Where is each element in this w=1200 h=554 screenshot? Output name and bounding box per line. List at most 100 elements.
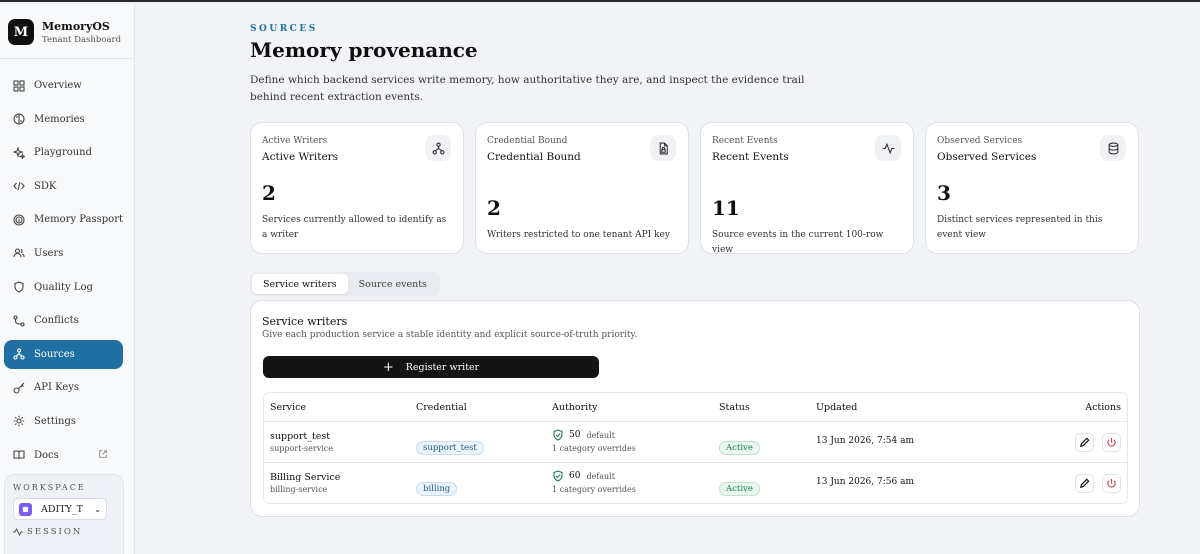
fingerprint-icon [13, 214, 25, 226]
card-label: Active Writers [262, 151, 339, 163]
column-header-status: Status [719, 402, 750, 413]
network-icon [425, 135, 451, 161]
credential-badge: billing [416, 482, 458, 496]
power-icon [1107, 478, 1116, 488]
external-link-icon [99, 449, 107, 458]
authority-overrides: 1 category overrides [552, 485, 636, 494]
route-icon [13, 315, 25, 327]
users-icon [13, 248, 25, 258]
sidebar-item-memories[interactable]: Memories [4, 105, 123, 134]
sidebar-item-overview[interactable]: Overview [4, 71, 123, 100]
key-icon [13, 382, 25, 394]
disable-button[interactable] [1102, 433, 1121, 452]
sidebar-item-label: Sources [34, 348, 75, 360]
activity-icon [13, 527, 23, 537]
authority-value: 60 [569, 471, 581, 481]
code-icon [13, 182, 25, 191]
card-value: 2 [262, 181, 276, 205]
sidebar-item-label: Settings [34, 415, 76, 427]
authority-overrides: 1 category overrides [552, 444, 636, 453]
brand[interactable]: M MemoryOS Tenant Dashboard [0, 4, 134, 59]
service-name: Billing Service [270, 472, 341, 483]
table-row: Billing Service billing-service billing … [264, 463, 1127, 504]
plus-icon: + [382, 359, 394, 375]
sidebar-item-api-keys[interactable]: API Keys [4, 373, 123, 402]
sidebar-item-users[interactable]: Users [4, 239, 123, 268]
sidebar-item-conflicts[interactable]: Conflicts [4, 306, 123, 335]
table-header: Service Credential Authority Status Upda… [264, 393, 1127, 422]
authority-label: default [586, 471, 615, 481]
sidebar-item-label: SDK [34, 180, 57, 192]
sparkles-icon [13, 146, 25, 159]
sidebar-item-sdk[interactable]: SDK [4, 172, 123, 201]
card-description: Distinct services represented in this ev… [937, 215, 1103, 240]
sidebar: M MemoryOS Tenant Dashboard Overview Mem… [0, 4, 135, 554]
service-writers-panel: Service writers Give each production ser… [250, 300, 1140, 517]
card-description: Source events in the current 100-row vie… [712, 230, 884, 255]
register-writer-button[interactable]: + Register writer [263, 356, 599, 378]
tab-source-events[interactable]: Source events [348, 274, 438, 294]
column-header-authority: Authority [552, 402, 598, 413]
sidebar-item-label: Docs [34, 449, 59, 461]
network-icon [13, 348, 25, 360]
status-badge: Active [719, 482, 760, 496]
card-small-label: Credential Bound [487, 136, 568, 146]
card-value: 11 [712, 196, 740, 220]
card-label: Recent Events [712, 151, 789, 163]
workspace-panel: WORKSPACE ADITY_T ⌄ SESSION [4, 474, 124, 554]
pencil-icon [1080, 478, 1090, 488]
page-description: Define which backend services write memo… [250, 74, 805, 103]
session-section: SESSION [13, 527, 115, 537]
edit-button[interactable] [1075, 433, 1094, 452]
column-header-credential: Credential [416, 402, 467, 413]
sidebar-item-docs[interactable]: Docs [4, 441, 123, 470]
sidebar-item-memory-passport[interactable]: Memory Passport [4, 205, 123, 234]
sidebar-item-label: Playground [34, 147, 93, 159]
stat-card-credential-bound: Credential Bound Credential Bound 2 Writ… [475, 122, 689, 254]
status-badge: Active [719, 441, 760, 455]
sidebar-item-sources[interactable]: Sources [4, 339, 123, 369]
panel-subtitle: Give each production service a stable id… [262, 330, 638, 340]
sidebar-item-settings[interactable]: Settings [4, 407, 123, 436]
column-header-actions: Actions [1085, 402, 1121, 413]
workspace-selected: ADITY_T [41, 503, 83, 515]
card-value: 2 [487, 196, 501, 220]
table-row: support_test support-service support_tes… [264, 422, 1127, 463]
service-id: support-service [270, 444, 334, 453]
grid-icon [13, 79, 25, 92]
session-label: SESSION [27, 527, 83, 537]
pencil-icon [1080, 437, 1090, 447]
workspace-select[interactable]: ADITY_T ⌄ [13, 498, 107, 520]
updated-timestamp: 13 Jun 2026, 7:56 am [816, 477, 914, 487]
database-icon [1100, 135, 1126, 161]
page-eyebrow: SOURCES [250, 24, 318, 34]
card-label: Credential Bound [487, 151, 581, 163]
brand-logo: M [8, 19, 34, 45]
card-description: Writers restricted to one tenant API key [487, 230, 670, 240]
file-lock-icon [650, 135, 676, 161]
disable-button[interactable] [1102, 474, 1121, 493]
page-title: Memory provenance [250, 38, 478, 62]
sidebar-item-label: Conflicts [34, 315, 79, 327]
card-label: Observed Services [937, 151, 1037, 163]
card-small-label: Active Writers [262, 136, 328, 146]
edit-button[interactable] [1075, 474, 1094, 493]
stat-card-observed-services: Observed Services Observed Services 3 Di… [925, 122, 1139, 254]
card-small-label: Recent Events [712, 136, 778, 146]
tab-service-writers[interactable]: Service writers [252, 274, 348, 294]
tabs: Service writers Source events [250, 272, 440, 296]
column-header-service: Service [270, 402, 307, 413]
sidebar-item-quality-log[interactable]: Quality Log [4, 273, 123, 302]
sidebar-item-label: Users [34, 247, 64, 259]
chevron-down-icon: ⌄ [94, 504, 101, 514]
workspace-label: WORKSPACE [13, 483, 86, 492]
sidebar-item-label: API Keys [34, 382, 79, 394]
card-value: 3 [937, 181, 951, 205]
gear-icon [13, 416, 25, 427]
sidebar-item-label: Memory Passport [34, 214, 123, 226]
activity-icon [875, 135, 901, 161]
sidebar-nav: Overview Memories Playground SDK Memory … [0, 59, 134, 470]
writers-table: Service Credential Authority Status Upda… [263, 392, 1128, 504]
sidebar-item-playground[interactable]: Playground [4, 138, 123, 167]
card-description: Services currently allowed to identify a… [262, 215, 447, 240]
